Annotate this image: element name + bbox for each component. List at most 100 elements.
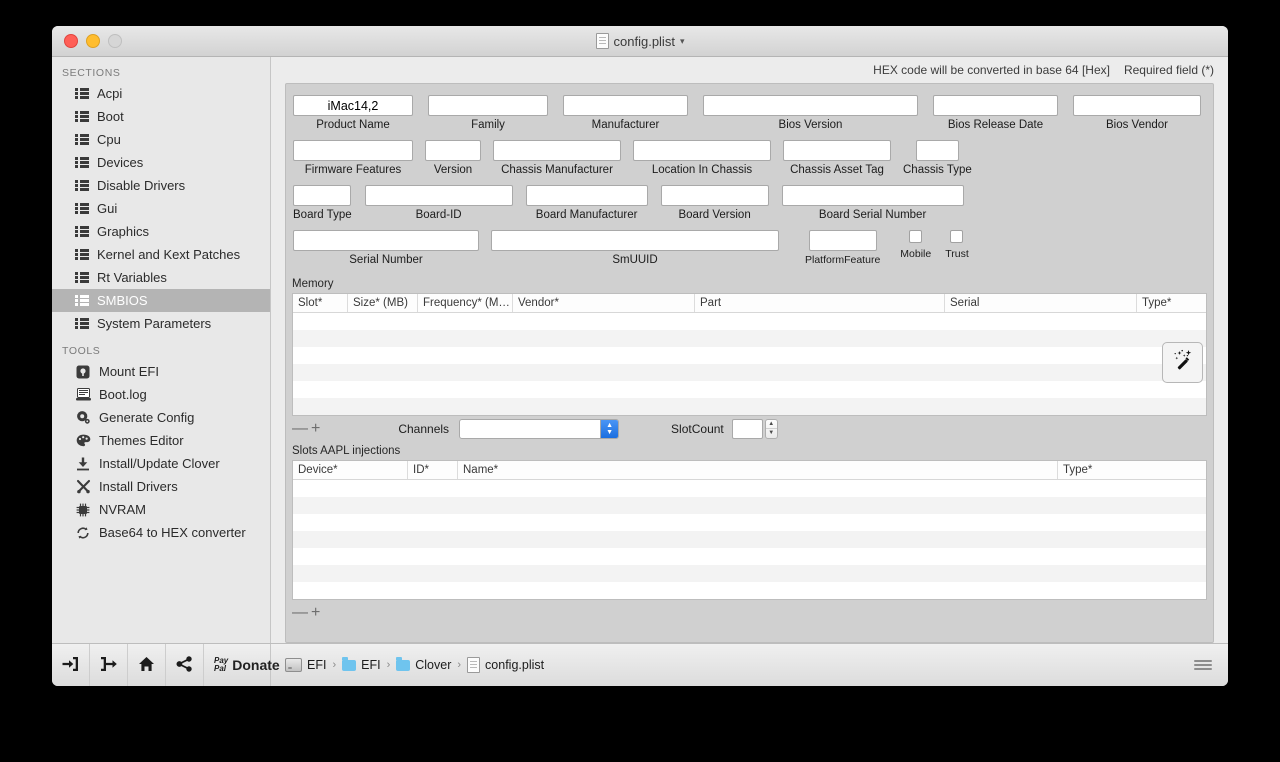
column-header[interactable]: Vendor* bbox=[513, 294, 695, 312]
table-row[interactable] bbox=[293, 398, 1206, 415]
sidebar-item-label: NVRAM bbox=[99, 502, 146, 517]
sidebar-item-mount-efi[interactable]: Mount EFI bbox=[52, 360, 270, 383]
bios-vendor-input[interactable] bbox=[1073, 95, 1201, 116]
generate-smbios-button[interactable] bbox=[1162, 342, 1203, 383]
minimize-button[interactable] bbox=[86, 34, 100, 48]
column-header[interactable]: Size* (MB) bbox=[348, 294, 418, 312]
column-header[interactable]: Name* bbox=[458, 461, 1058, 479]
trust-checkbox[interactable] bbox=[950, 230, 964, 243]
field-trust: Trust bbox=[945, 230, 969, 260]
column-header[interactable]: Frequency* (M… bbox=[418, 294, 513, 312]
breadcrumb-item-clover[interactable]: Clover bbox=[415, 658, 451, 672]
table-row[interactable] bbox=[293, 480, 1206, 497]
location-in-chassis-input[interactable] bbox=[633, 140, 771, 161]
content-header: HEX code will be converted in base 64 [H… bbox=[271, 57, 1228, 83]
board-version-input[interactable] bbox=[660, 185, 769, 206]
sidebar-item-generate-config[interactable]: Generate Config bbox=[52, 406, 270, 429]
column-header[interactable]: Serial bbox=[945, 294, 1137, 312]
sidebar-item-install-update-clover[interactable]: Install/Update Clover bbox=[52, 452, 270, 475]
bios-release-date-input[interactable] bbox=[933, 95, 1058, 116]
smuuid-input[interactable] bbox=[491, 230, 779, 251]
table-row[interactable] bbox=[293, 514, 1206, 531]
firmware-features-input[interactable] bbox=[293, 140, 413, 161]
channels-combobox[interactable]: ▲ ▼ bbox=[459, 418, 620, 439]
sidebar-item-system-parameters[interactable]: System Parameters bbox=[52, 312, 270, 335]
table-row[interactable] bbox=[293, 565, 1206, 582]
product-name-input[interactable]: iMac14,2 bbox=[293, 95, 413, 116]
stepper-down-icon[interactable]: ▼ bbox=[766, 429, 777, 438]
breadcrumb-item-efi-folder[interactable]: EFI bbox=[361, 658, 380, 672]
column-header[interactable]: ID* bbox=[408, 461, 458, 479]
family-input[interactable] bbox=[428, 95, 548, 116]
field-location-in-chassis: Location In Chassis bbox=[633, 140, 771, 176]
table-row[interactable] bbox=[293, 497, 1206, 514]
column-header[interactable]: Device* bbox=[293, 461, 408, 479]
field-label: Product Name bbox=[316, 119, 390, 131]
sidebar-item-label: Boot bbox=[97, 109, 124, 124]
field-label: Mobile bbox=[900, 248, 932, 260]
close-button[interactable] bbox=[64, 34, 78, 48]
sidebar-item-acpi[interactable]: Acpi bbox=[52, 82, 270, 105]
sidebar-item-nvram[interactable]: NVRAM bbox=[52, 498, 270, 521]
sidebar-item-cpu[interactable]: Cpu bbox=[52, 128, 270, 151]
breadcrumb-item-config-plist[interactable]: config.plist bbox=[485, 658, 544, 672]
column-header[interactable]: Slot* bbox=[293, 294, 348, 312]
serial-number-input[interactable] bbox=[293, 230, 479, 251]
sidebar-item-disable-drivers[interactable]: Disable Drivers bbox=[52, 174, 270, 197]
sidebar-item-devices[interactable]: Devices bbox=[52, 151, 270, 174]
chassis-type-input[interactable] bbox=[915, 140, 959, 161]
column-header[interactable]: Type* bbox=[1137, 294, 1206, 312]
sidebar-item-smbios[interactable]: SMBIOS bbox=[52, 289, 270, 312]
sidebar-item-graphics[interactable]: Graphics bbox=[52, 220, 270, 243]
table-row[interactable] bbox=[293, 582, 1206, 599]
bios-version-input[interactable] bbox=[703, 95, 918, 116]
sidebar-item-boot-log[interactable]: Boot.log bbox=[52, 383, 270, 406]
table-row[interactable] bbox=[293, 531, 1206, 548]
table-row[interactable] bbox=[293, 381, 1206, 398]
chevron-updown-icon[interactable]: ▲ ▼ bbox=[600, 419, 619, 438]
manufacturer-input[interactable] bbox=[563, 95, 688, 116]
table-row[interactable] bbox=[293, 347, 1206, 364]
board-id-input[interactable] bbox=[364, 185, 513, 206]
sidebar-item-install-drivers[interactable]: Install Drivers bbox=[52, 475, 270, 498]
chassis-manufacturer-input[interactable] bbox=[493, 140, 621, 161]
table-row[interactable] bbox=[293, 364, 1206, 381]
mobile-checkbox[interactable] bbox=[909, 230, 923, 243]
stepper-buttons[interactable]: ▲ ▼ bbox=[764, 418, 778, 439]
add-row-button[interactable]: + bbox=[311, 420, 320, 437]
table-row[interactable] bbox=[293, 548, 1206, 565]
channels-value[interactable] bbox=[460, 420, 600, 438]
chevron-down-icon[interactable]: ▾ bbox=[680, 36, 685, 47]
sidebar-item-gui[interactable]: Gui bbox=[52, 197, 270, 220]
platform-feature-input[interactable] bbox=[808, 230, 877, 251]
column-header[interactable]: Part bbox=[695, 294, 945, 312]
stepper-up-icon[interactable]: ▲ bbox=[765, 420, 777, 429]
field-chassis-type: Chassis Type bbox=[903, 140, 972, 176]
home-button[interactable] bbox=[128, 644, 166, 686]
sidebar-item-boot[interactable]: Boot bbox=[52, 105, 270, 128]
board-manufacturer-input[interactable] bbox=[525, 185, 648, 206]
smbios-row-1: iMac14,2 Product Name Family Manufacture… bbox=[286, 84, 1213, 131]
board-serial-number-input[interactable] bbox=[781, 185, 964, 206]
share-button[interactable] bbox=[166, 644, 204, 686]
add-row-button[interactable]: + bbox=[311, 604, 320, 621]
field-board-id: Board-ID bbox=[364, 185, 513, 221]
table-row[interactable] bbox=[293, 330, 1206, 347]
chassis-asset-tag-input[interactable] bbox=[783, 140, 891, 161]
version-input[interactable] bbox=[425, 140, 481, 161]
column-header[interactable]: Type* bbox=[1058, 461, 1206, 479]
export-button[interactable] bbox=[90, 644, 128, 686]
sidebar-item-rt-variables[interactable]: Rt Variables bbox=[52, 266, 270, 289]
sidebar-item-base64-to-hex-converter[interactable]: Base64 to HEX converter bbox=[52, 521, 270, 544]
board-type-input[interactable] bbox=[293, 185, 352, 206]
slotcount-value[interactable] bbox=[731, 418, 763, 439]
sidebar-item-themes-editor[interactable]: Themes Editor bbox=[52, 429, 270, 452]
table-row[interactable] bbox=[293, 313, 1206, 330]
import-button[interactable] bbox=[52, 644, 90, 686]
sidebar-item-kernel-and-kext-patches[interactable]: Kernel and Kext Patches bbox=[52, 243, 270, 266]
breadcrumb-item-efi-volume[interactable]: EFI bbox=[307, 658, 326, 672]
remove-row-button[interactable]: — bbox=[292, 420, 308, 437]
remove-row-button[interactable]: — bbox=[292, 604, 308, 621]
slotcount-stepper[interactable]: ▲ ▼ bbox=[731, 418, 778, 439]
hamburger-icon[interactable] bbox=[1194, 660, 1212, 670]
